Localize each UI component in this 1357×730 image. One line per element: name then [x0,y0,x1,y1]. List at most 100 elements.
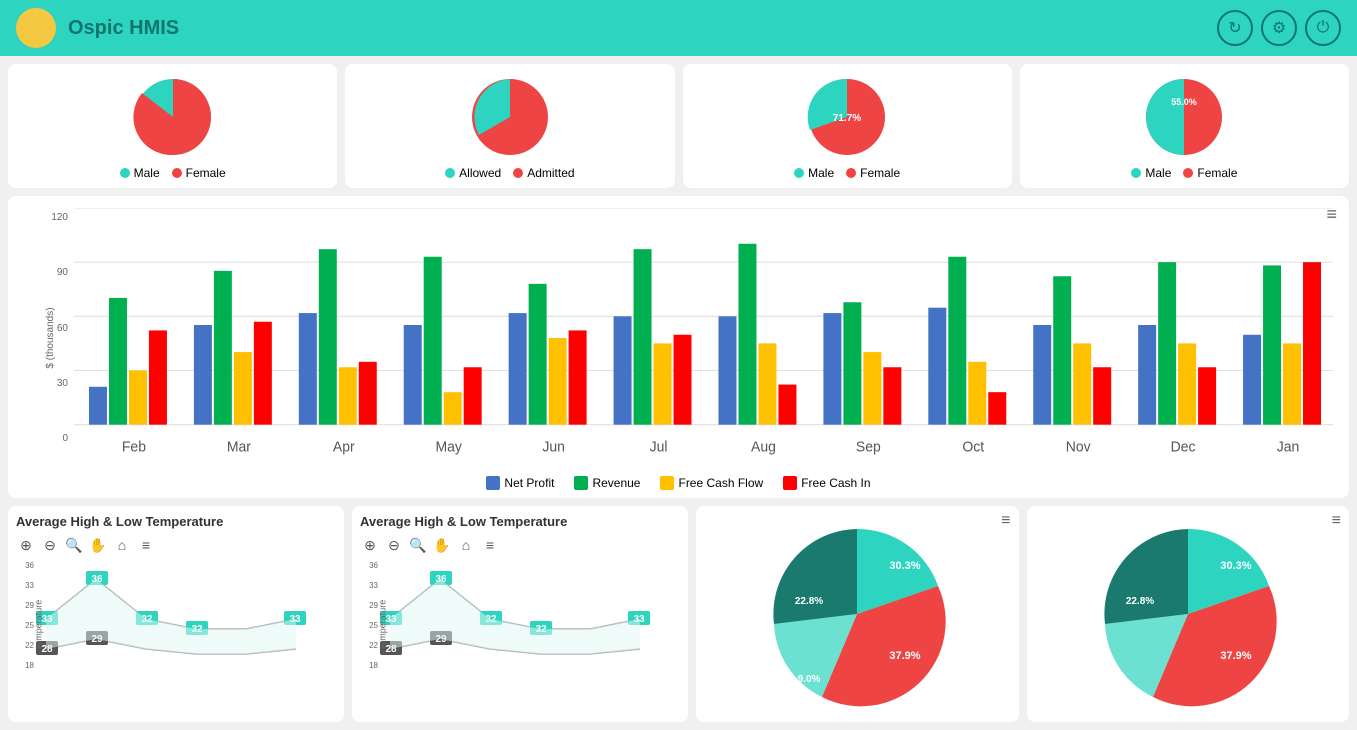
female-label: Female [186,166,226,180]
temp-y-label-2: temperature [377,600,387,649]
svg-text:Nov: Nov [1066,439,1092,456]
pie-card-gender3: 55.0% Male Female [1020,64,1349,188]
svg-text:9.0%: 9.0% [798,674,821,685]
male-dot3 [1131,168,1141,178]
pan-btn-2[interactable]: ✋ [432,535,452,555]
svg-text:37.9%: 37.9% [1220,650,1251,662]
fcf-label: Free Cash Flow [678,476,763,490]
bar-chart-card: ≡ $ (thousands) 120 90 60 30 0 [8,196,1349,498]
pie-legend-gender2: Male Female [794,166,900,180]
fci-box [783,476,797,490]
svg-text:Sep: Sep [856,439,881,456]
bar-feb-fcf [129,371,147,425]
pie-chart-gender1 [113,72,233,162]
zoom-in-btn-2[interactable]: ⊕ [360,535,380,555]
menu-btn-2[interactable]: ≡ [480,535,500,555]
power-button[interactable]: ⏻ [1305,10,1341,46]
male-dot [120,168,130,178]
legend-net-profit: Net Profit [486,476,554,490]
legend-female2: Female [846,166,900,180]
y-tick-120: 120 [51,212,68,223]
admitted-dot [513,168,523,178]
bottom-row: Average High & Low Temperature ⊕ ⊖ 🔍 ✋ ⌂… [8,506,1349,722]
header-actions: ↻ ⚙ ⏻ [1217,10,1341,46]
y-tick-30: 30 [57,378,68,389]
y-axis-label: $ (thousands) [45,307,56,368]
legend-male3: Male [1131,166,1171,180]
temp-chart-area-2: temperature 36 33 29 25 22 18 33 36 3 [360,559,680,689]
settings-button[interactable]: ⚙ [1261,10,1297,46]
female-dot2 [846,168,856,178]
app-title: Ospic HMIS [68,17,1217,40]
svg-text:71.7%: 71.7% [833,113,861,124]
net-profit-box [486,476,500,490]
home-btn-1[interactable]: ⌂ [112,535,132,555]
svg-text:Jun: Jun [542,439,565,456]
legend-revenue: Revenue [574,476,640,490]
svg-text:Aug: Aug [751,439,776,456]
svg-text:Jan: Jan [1277,439,1300,456]
svg-text:30.3%: 30.3% [890,560,921,572]
bar-feb-rev [109,298,127,425]
temp-svg-2: 33 36 32 32 33 28 29 [380,559,680,689]
temp-chart-area-1: temperature 36 33 29 25 22 18 33 36 [16,559,336,689]
bar-feb-net [89,387,107,425]
pan-btn-1[interactable]: ✋ [88,535,108,555]
y-tick-90: 90 [57,267,68,278]
legend-male1: Male [120,166,160,180]
legend-female3: Female [1183,166,1237,180]
svg-text:Dec: Dec [1171,439,1196,456]
female-label3: Female [1197,166,1237,180]
search-btn-1[interactable]: 🔍 [64,535,84,555]
legend-allowed: Allowed [445,166,501,180]
male-label: Male [134,166,160,180]
svg-text:22.8%: 22.8% [795,596,823,607]
top-pie-row: Male Female Allowed [8,64,1349,188]
bottom-pie-card-1: ≡ 30.3% 37.9% 9.0% 22.8% [696,506,1019,722]
female-dot [172,168,182,178]
legend-female1: Female [172,166,226,180]
temp-controls-1: ⊕ ⊖ 🔍 ✋ ⌂ ≡ [16,535,336,555]
temp-title-1: Average High & Low Temperature [16,514,336,529]
bottom-pie-menu-2[interactable]: ≡ [1332,512,1341,530]
temp-y-label-1: temperature [33,600,43,649]
pie-legend-gender3: Male Female [1131,166,1237,180]
bar-chart-legend: Net Profit Revenue Free Cash Flow Free C… [24,476,1333,490]
svg-text:22.8%: 22.8% [1126,596,1154,607]
zoom-out-btn-1[interactable]: ⊖ [40,535,60,555]
y-tick-0: 0 [62,433,68,444]
svg-text:Oct: Oct [962,439,984,456]
search-btn-2[interactable]: 🔍 [408,535,428,555]
pie-legend-allowed: Allowed Admitted [445,166,574,180]
zoom-out-btn-2[interactable]: ⊖ [384,535,404,555]
allowed-dot [445,168,455,178]
revenue-box [574,476,588,490]
fci-label: Free Cash In [801,476,870,490]
app-logo [16,8,56,48]
y-tick-60: 60 [57,323,68,334]
female-label2: Female [860,166,900,180]
legend-admitted: Admitted [513,166,574,180]
home-btn-2[interactable]: ⌂ [456,535,476,555]
admitted-label: Admitted [527,166,574,180]
pie-chart-gender2: 71.7% [787,72,907,162]
svg-text:55.0%: 55.0% [1172,97,1198,107]
refresh-button[interactable]: ↻ [1217,10,1253,46]
revenue-label: Revenue [592,476,640,490]
bottom-pie-menu-1[interactable]: ≡ [1001,512,1010,530]
menu-btn-1[interactable]: ≡ [136,535,156,555]
pie-card-allowed: Allowed Admitted [345,64,674,188]
bottom-pie-svg-2: 30.3% 37.9% 22.8% [1088,514,1288,714]
legend-male2: Male [794,166,834,180]
female-dot3 [1183,168,1193,178]
temp-svg-1: 33 36 32 32 33 28 29 [36,559,336,689]
main-content: Male Female Allowed [0,56,1357,730]
pie-chart-gender3: 55.0% [1124,72,1244,162]
legend-free-cash-flow: Free Cash Flow [660,476,763,490]
zoom-in-btn-1[interactable]: ⊕ [16,535,36,555]
svg-text:37.9%: 37.9% [890,650,921,662]
svg-text:Apr: Apr [333,439,355,456]
bottom-pie-card-2: ≡ 30.3% 37.9% 22.8% [1027,506,1350,722]
fcf-box [660,476,674,490]
bottom-pie-svg-1: 30.3% 37.9% 9.0% 22.8% [757,514,957,714]
